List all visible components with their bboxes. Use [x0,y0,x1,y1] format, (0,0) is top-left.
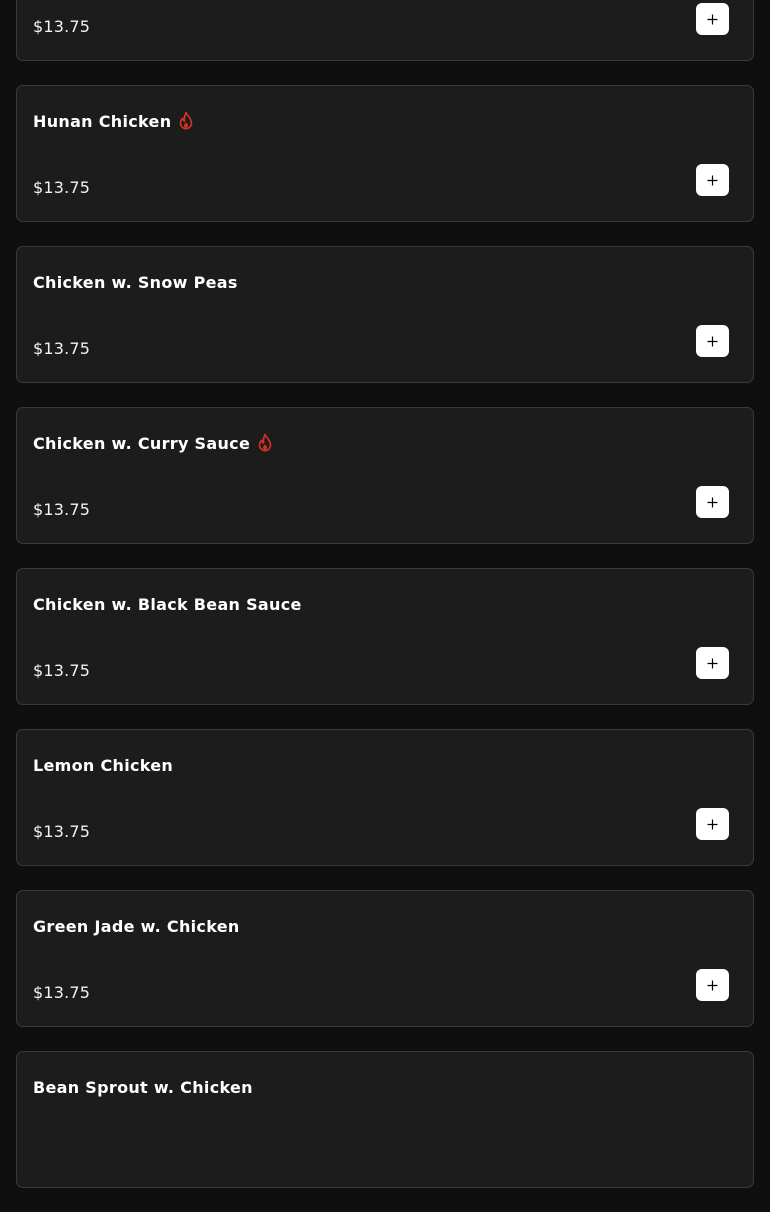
menu-item-card[interactable]: Hunan Chicken $13.75 [16,85,754,222]
menu-item-name: Chicken w. Curry Sauce [33,433,251,453]
menu-item-price: $13.75 [33,17,91,36]
menu-item-name: Bean Sprout w. Chicken [33,1077,253,1097]
menu-item-title: Chicken w. Snow Peas [33,271,238,293]
flame-icon [258,433,272,452]
menu-item-title: Green Jade w. Chicken [33,915,240,937]
menu-item-name: Chicken w. Snow Peas [33,272,238,292]
menu-item-title: Chicken w. Black Bean Sauce [33,593,302,615]
menu-item-card[interactable]: Bean Sprout w. Chicken [16,1051,754,1188]
menu-item-card[interactable]: Green Jade w. Chicken $13.75 [16,890,754,1027]
plus-icon [707,14,718,24]
menu-item-card[interactable]: Chicken w. Black Bean Sauce $13.75 [16,568,754,705]
menu-item-name: Hunan Chicken [33,111,172,131]
add-to-cart-button[interactable] [696,3,729,35]
add-to-cart-button[interactable] [696,486,729,518]
menu-item-price: $13.75 [33,339,91,358]
plus-icon [707,980,718,990]
plus-icon [707,497,718,507]
add-to-cart-button[interactable] [696,164,729,196]
menu-item-title: Bean Sprout w. Chicken [33,1076,253,1098]
menu-item-price: $13.75 [33,178,91,197]
menu-item-title: Chicken w. Curry Sauce [33,432,274,454]
menu-item-price: $13.75 [33,983,91,1002]
plus-icon [707,175,718,185]
menu-item-card[interactable]: Chicken w. Snow Peas $13.75 [16,246,754,383]
menu-item-list: $13.75 Hunan Chicken $13.75 Chicken w. S… [16,0,754,1212]
add-to-cart-button[interactable] [696,325,729,357]
menu-item-price: $13.75 [33,661,91,680]
menu-item-card[interactable]: Lemon Chicken $13.75 [16,729,754,866]
add-to-cart-button[interactable] [696,808,729,840]
menu-item-name: Lemon Chicken [33,755,174,775]
menu-item-title: Lemon Chicken [33,754,173,776]
plus-icon [707,336,718,346]
menu-item-price: $13.75 [33,822,91,841]
menu-item-name: Chicken w. Black Bean Sauce [33,594,302,614]
menu-item-title: Hunan Chicken [33,110,195,132]
menu-item-name: Green Jade w. Chicken [33,916,240,936]
menu-item-card[interactable]: $13.75 [16,0,754,61]
add-to-cart-button[interactable] [696,969,729,1001]
flame-icon [180,111,193,130]
plus-icon [707,658,718,668]
menu-item-card[interactable]: Chicken w. Curry Sauce $13.75 [16,407,754,544]
add-to-cart-button[interactable] [696,647,729,679]
menu-item-price: $13.75 [33,500,91,519]
plus-icon [707,819,718,829]
